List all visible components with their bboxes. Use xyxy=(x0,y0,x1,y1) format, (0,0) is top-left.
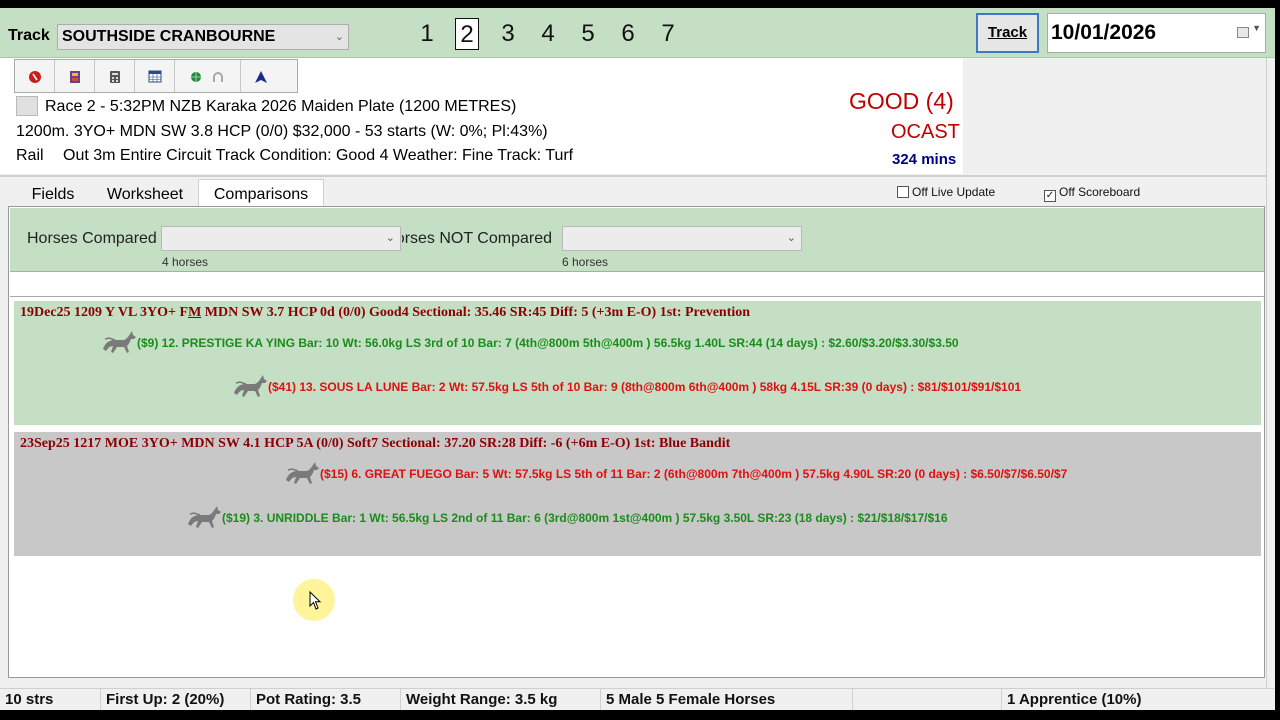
horses-compared-label: Horses Compared xyxy=(27,230,157,247)
weight-range-stat: Weight Range: 3.5 kg xyxy=(406,691,558,708)
apprentice-stat: 1 Apprentice (10%) xyxy=(1007,691,1142,708)
live-update-checkbox[interactable] xyxy=(897,186,909,198)
stop-button[interactable] xyxy=(15,60,55,92)
runner-summary: ($15) 6. GREAT FUEGO Bar: 5 Wt: 57.5kg L… xyxy=(320,467,1068,481)
calculator-icon xyxy=(109,70,120,83)
globe-icon xyxy=(190,71,201,82)
minutes-to-race: 324 mins xyxy=(892,151,957,168)
calendar-icon[interactable] xyxy=(1237,27,1249,38)
race-number-1[interactable]: 1 xyxy=(415,18,439,50)
race-title: Race 2 - 5:32PM NZB Karaka 2026 Maiden P… xyxy=(45,98,517,115)
first-up-stat: First Up: 2 (20%) xyxy=(106,691,225,708)
comparison-filter: Horses Compared ⌄ 4 horses Horses NOT Co… xyxy=(10,208,1264,272)
starters-count: 10 strs xyxy=(5,691,54,708)
race-conditions: 1200m. 3YO+ MDN SW 3.8 HCP (0/0) $32,000… xyxy=(16,123,548,140)
calendar-button[interactable] xyxy=(135,60,175,92)
track-label: Track xyxy=(8,27,50,44)
horses-not-compared-dropdown[interactable]: ⌄ xyxy=(562,226,802,251)
horse-icon xyxy=(103,331,136,353)
toolbar xyxy=(14,59,298,93)
track-dropdown[interactable]: SOUTHSIDE CRANBOURNE ⌄ xyxy=(57,24,349,50)
chevron-down-icon: ⌄ xyxy=(385,232,395,244)
condition-panel xyxy=(963,58,1275,174)
window-edge xyxy=(1266,58,1275,688)
form-race-heading-text: 23Sep25 1217 MOE 3YO+ MDN SW 4.1 HCP 5A … xyxy=(20,436,731,451)
stop-icon xyxy=(28,70,41,83)
rail-label: Rail xyxy=(16,147,44,164)
race-number-2[interactable]: 2 xyxy=(455,18,479,50)
runner-summary: ($19) 3. UNRIDDLE Bar: 1 Wt: 56.5kg LS 2… xyxy=(222,511,948,525)
runner-summary: ($41) 13. SOUS LA LUNE Bar: 2 Wt: 57.5kg… xyxy=(268,380,1022,394)
status-divider xyxy=(852,689,853,711)
date-value: 10/01/2026 xyxy=(1051,21,1157,44)
pot-rating-stat: Pot Rating: 3.5 xyxy=(256,691,362,708)
track-dropdown-value: SOUTHSIDE CRANBOURNE xyxy=(62,28,276,45)
horse-icon xyxy=(234,375,267,397)
live-update-toggle[interactable]: Off Live Update xyxy=(897,185,995,199)
top-border xyxy=(0,0,1280,8)
status-divider xyxy=(250,689,251,711)
right-border xyxy=(1275,0,1280,720)
form-race-heading-rest: MDN SW 3.7 HCP 0d (0/0) Good4 Sectional:… xyxy=(201,305,751,320)
film-icon xyxy=(69,70,80,83)
mouse-pointer-icon xyxy=(309,591,322,610)
horses-compared-count: 4 horses xyxy=(162,255,209,269)
race-number-4[interactable]: 4 xyxy=(536,18,560,50)
bottom-border xyxy=(0,710,1280,720)
horses-not-compared-count: 6 horses xyxy=(562,255,609,269)
horse-icon xyxy=(188,506,221,528)
form-race-group: 23Sep25 1217 MOE 3YO+ MDN SW 4.1 HCP 5A … xyxy=(14,432,1261,556)
race-info-panel: Race 2 - 5:32PM NZB Karaka 2026 Maiden P… xyxy=(0,58,1275,174)
form-race-heading-text: 19Dec25 1209 Y VL 3YO+ F xyxy=(20,305,189,320)
horse-icon xyxy=(286,462,319,484)
form-race-heading[interactable]: 23Sep25 1217 MOE 3YO+ MDN SW 4.1 HCP 5A … xyxy=(20,436,730,452)
chevron-down-icon: ⌄ xyxy=(334,31,344,43)
track-condition: GOOD (4) xyxy=(849,88,954,114)
race-track-details: Rail Out 3m Entire Circuit Track Conditio… xyxy=(16,147,573,165)
status-divider xyxy=(100,689,101,711)
form-race-heading-underlined: M xyxy=(188,305,202,320)
race-number-5[interactable]: 5 xyxy=(576,18,600,50)
top-bar: Track SOUTHSIDE CRANBOURNE ⌄ 1 2 3 4 5 6… xyxy=(0,8,1275,58)
scoreboard-label: Off Scoreboard xyxy=(1059,185,1141,199)
form-race-group: 19Dec25 1209 Y VL 3YO+ FM MDN SW 3.7 HCP… xyxy=(14,301,1261,425)
weather-status: OCAST xyxy=(891,121,960,143)
rail-details: Out 3m Entire Circuit Track Condition: G… xyxy=(63,147,574,164)
horses-not-compared-label: Horses NOT Compared xyxy=(402,230,552,247)
horses-compared-dropdown[interactable]: ⌄ xyxy=(161,226,401,251)
scoreboard-toggle[interactable]: ✓ Off Scoreboard xyxy=(1044,185,1140,202)
scoreboard-checkbox[interactable]: ✓ xyxy=(1044,190,1056,202)
race-number-7[interactable]: 7 xyxy=(656,18,680,50)
form-race-heading[interactable]: 19Dec25 1209 Y VL 3YO+ FM MDN SW 3.7 HCP… xyxy=(20,305,750,321)
race-select-checkbox[interactable] xyxy=(16,96,38,116)
sex-split-stat: 5 Male 5 Female Horses xyxy=(606,691,776,708)
status-divider xyxy=(400,689,401,711)
calculator-button[interactable] xyxy=(95,60,135,92)
video-button[interactable] xyxy=(55,60,95,92)
web-links-button[interactable] xyxy=(175,60,241,92)
tab-bar: Fields Worksheet Comparisons Off Live Up… xyxy=(0,175,1275,210)
track-button[interactable]: Track xyxy=(976,13,1039,53)
comparison-results: 19Dec25 1209 Y VL 3YO+ FM MDN SW 3.7 HCP… xyxy=(10,296,1264,676)
navigation-button[interactable] xyxy=(241,60,281,92)
calendar-icon xyxy=(148,70,161,83)
status-bar: 10 strs First Up: 2 (20%) Pot Rating: 3.… xyxy=(0,688,1275,711)
race-number-3[interactable]: 3 xyxy=(496,18,520,50)
date-picker[interactable]: 10/01/2026 ▼ xyxy=(1047,13,1266,53)
race-number-6[interactable]: 6 xyxy=(616,18,640,50)
app-window: Track SOUTHSIDE CRANBOURNE ⌄ 1 2 3 4 5 6… xyxy=(0,0,1280,720)
navigation-arrow-icon xyxy=(255,70,267,83)
runner-summary: ($9) 12. PRESTIGE KA YING Bar: 10 Wt: 56… xyxy=(137,336,959,350)
chevron-down-icon: ⌄ xyxy=(786,232,796,244)
horseshoe-icon xyxy=(213,71,224,82)
live-update-label: Off Live Update xyxy=(912,185,996,199)
status-divider xyxy=(600,689,601,711)
status-divider xyxy=(1001,689,1002,711)
chevron-down-icon[interactable]: ▼ xyxy=(1252,23,1261,33)
